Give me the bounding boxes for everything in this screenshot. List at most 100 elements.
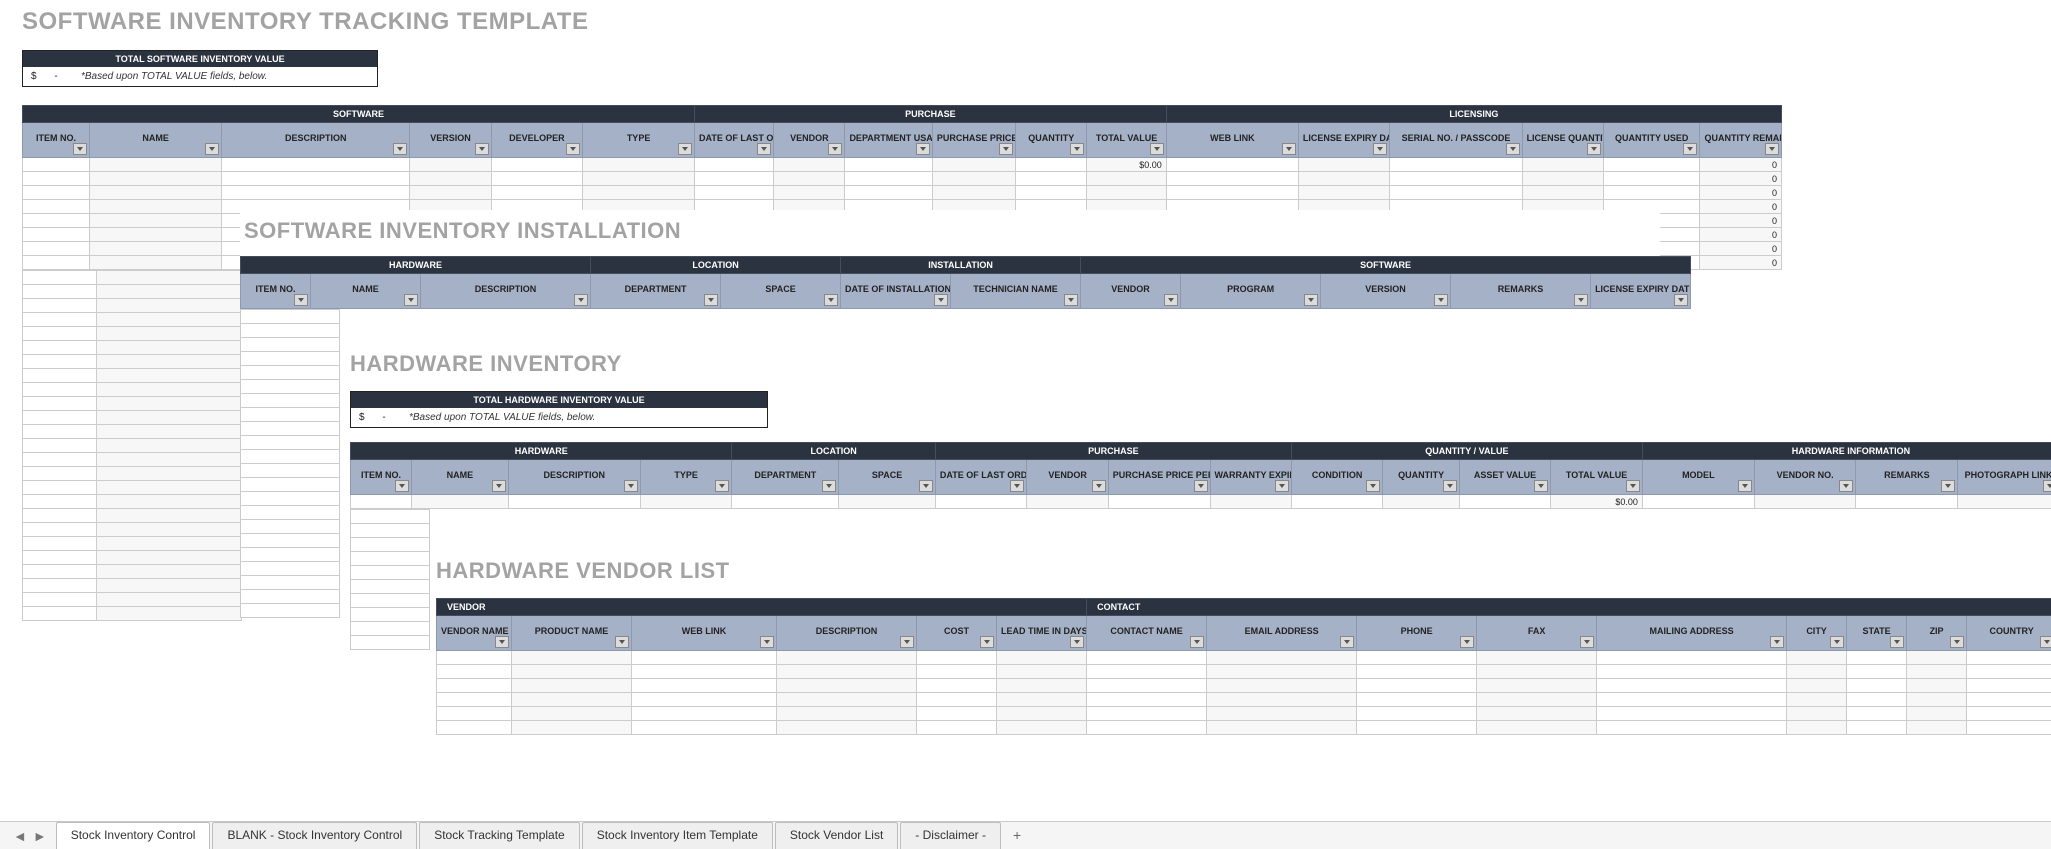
- tab-disclaimer[interactable]: - Disclaimer -: [900, 822, 1001, 849]
- col-vendor[interactable]: VENDOR: [1081, 274, 1181, 309]
- tab-nav-next-icon[interactable]: ►: [30, 828, 50, 844]
- filter-icon[interactable]: [1340, 636, 1354, 648]
- filter-icon[interactable]: [205, 143, 219, 155]
- col-dept-usage[interactable]: DEPARTMENT USAGE: [845, 123, 932, 158]
- filter-icon[interactable]: [1092, 480, 1106, 492]
- col-country[interactable]: COUNTRY: [1967, 616, 2051, 651]
- filter-icon[interactable]: [404, 294, 418, 306]
- col-item-no[interactable]: ITEM NO.: [351, 460, 412, 495]
- filter-icon[interactable]: [1366, 480, 1380, 492]
- filter-icon[interactable]: [566, 143, 580, 155]
- filter-icon[interactable]: [615, 636, 629, 648]
- col-state[interactable]: STATE: [1847, 616, 1907, 651]
- filter-icon[interactable]: [1534, 480, 1548, 492]
- filter-icon[interactable]: [1304, 294, 1318, 306]
- col-total-value[interactable]: TOTAL VALUE: [1551, 460, 1643, 495]
- col-total-value[interactable]: TOTAL VALUE: [1087, 123, 1166, 158]
- filter-icon[interactable]: [574, 294, 588, 306]
- filter-icon[interactable]: [1275, 480, 1289, 492]
- filter-icon[interactable]: [1890, 636, 1904, 648]
- col-license-expiry[interactable]: LICENSE EXPIRY DATE: [1298, 123, 1390, 158]
- filter-icon[interactable]: [1164, 294, 1178, 306]
- col-qty-remaining[interactable]: QUANTITY REMAINING: [1700, 123, 1782, 158]
- filter-icon[interactable]: [1434, 294, 1448, 306]
- filter-icon[interactable]: [1070, 143, 1084, 155]
- filter-icon[interactable]: [1941, 480, 1955, 492]
- filter-icon[interactable]: [760, 636, 774, 648]
- col-space[interactable]: SPACE: [721, 274, 841, 309]
- filter-icon[interactable]: [919, 480, 933, 492]
- col-version[interactable]: VERSION: [1321, 274, 1451, 309]
- filter-icon[interactable]: [475, 143, 489, 155]
- filter-icon[interactable]: [1282, 143, 1296, 155]
- col-contact-name[interactable]: CONTACT NAME: [1087, 616, 1207, 651]
- filter-icon[interactable]: [1674, 294, 1688, 306]
- col-vendor-no[interactable]: VENDOR NO.: [1754, 460, 1856, 495]
- add-sheet-button[interactable]: +: [1003, 822, 1031, 849]
- col-type[interactable]: TYPE: [640, 460, 732, 495]
- filter-icon[interactable]: [916, 143, 930, 155]
- filter-icon[interactable]: [1150, 143, 1164, 155]
- col-fax[interactable]: FAX: [1477, 616, 1597, 651]
- col-model[interactable]: MODEL: [1642, 460, 1754, 495]
- col-name[interactable]: NAME: [412, 460, 509, 495]
- filter-icon[interactable]: [1070, 636, 1084, 648]
- col-technician[interactable]: TECHNICIAN NAME: [951, 274, 1081, 309]
- filter-icon[interactable]: [1839, 480, 1853, 492]
- filter-icon[interactable]: [495, 636, 509, 648]
- col-price-per-item[interactable]: PURCHASE PRICE PER ITEM: [1108, 460, 1210, 495]
- filter-icon[interactable]: [822, 480, 836, 492]
- tab-stock-inventory-control[interactable]: Stock Inventory Control: [56, 822, 211, 849]
- col-condition[interactable]: CONDITION: [1291, 460, 1383, 495]
- col-name[interactable]: NAME: [90, 123, 222, 158]
- filter-icon[interactable]: [900, 636, 914, 648]
- col-vendor-name[interactable]: VENDOR NAME: [437, 616, 512, 651]
- filter-icon[interactable]: [704, 294, 718, 306]
- col-quantity[interactable]: QUANTITY: [1383, 460, 1459, 495]
- col-type[interactable]: TYPE: [583, 123, 695, 158]
- col-description[interactable]: DESCRIPTION: [777, 616, 917, 651]
- col-developer[interactable]: DEVELOPER: [491, 123, 583, 158]
- col-department[interactable]: DEPARTMENT: [732, 460, 839, 495]
- col-zip[interactable]: ZIP: [1907, 616, 1967, 651]
- filter-icon[interactable]: [2040, 636, 2051, 648]
- col-phone[interactable]: PHONE: [1357, 616, 1477, 651]
- col-vendor[interactable]: VENDOR: [1027, 460, 1108, 495]
- col-space[interactable]: SPACE: [839, 460, 936, 495]
- col-product-name[interactable]: PRODUCT NAME: [512, 616, 632, 651]
- filter-icon[interactable]: [393, 143, 407, 155]
- filter-icon[interactable]: [1190, 636, 1204, 648]
- filter-icon[interactable]: [824, 294, 838, 306]
- tab-blank-stock-inventory[interactable]: BLANK - Stock Inventory Control: [212, 822, 417, 849]
- filter-icon[interactable]: [1626, 480, 1640, 492]
- col-email[interactable]: EMAIL ADDRESS: [1207, 616, 1357, 651]
- tab-nav-prev-icon[interactable]: ◄: [10, 828, 30, 844]
- filter-icon[interactable]: [934, 294, 948, 306]
- filter-icon[interactable]: [715, 480, 729, 492]
- col-license-qty[interactable]: LICENSE QUANTITY: [1522, 123, 1603, 158]
- tab-stock-inventory-item[interactable]: Stock Inventory Item Template: [582, 822, 773, 849]
- filter-icon[interactable]: [1460, 636, 1474, 648]
- filter-icon[interactable]: [2043, 480, 2051, 492]
- col-mailing-address[interactable]: MAILING ADDRESS: [1597, 616, 1787, 651]
- filter-icon[interactable]: [980, 636, 994, 648]
- col-quantity[interactable]: QUANTITY: [1016, 123, 1087, 158]
- filter-icon[interactable]: [1770, 636, 1784, 648]
- col-remarks[interactable]: REMARKS: [1856, 460, 1958, 495]
- filter-icon[interactable]: [1194, 480, 1208, 492]
- filter-icon[interactable]: [828, 143, 842, 155]
- filter-icon[interactable]: [395, 480, 409, 492]
- col-cost[interactable]: COST: [917, 616, 997, 651]
- col-name[interactable]: NAME: [311, 274, 421, 309]
- col-photo-link[interactable]: PHOTOGRAPH LINK: [1958, 460, 2051, 495]
- filter-icon[interactable]: [1683, 143, 1697, 155]
- filter-icon[interactable]: [1950, 636, 1964, 648]
- filter-icon[interactable]: [1506, 143, 1520, 155]
- col-description[interactable]: DESCRIPTION: [421, 274, 591, 309]
- col-date-last-order[interactable]: DATE OF LAST ORDER: [935, 460, 1027, 495]
- col-serial[interactable]: SERIAL NO. / PASSCODE: [1390, 123, 1522, 158]
- col-asset-value[interactable]: ASSET VALUE: [1459, 460, 1551, 495]
- col-date-install[interactable]: DATE OF INSTALLATION: [841, 274, 951, 309]
- col-city[interactable]: CITY: [1787, 616, 1847, 651]
- col-web-link[interactable]: WEB LINK: [632, 616, 777, 651]
